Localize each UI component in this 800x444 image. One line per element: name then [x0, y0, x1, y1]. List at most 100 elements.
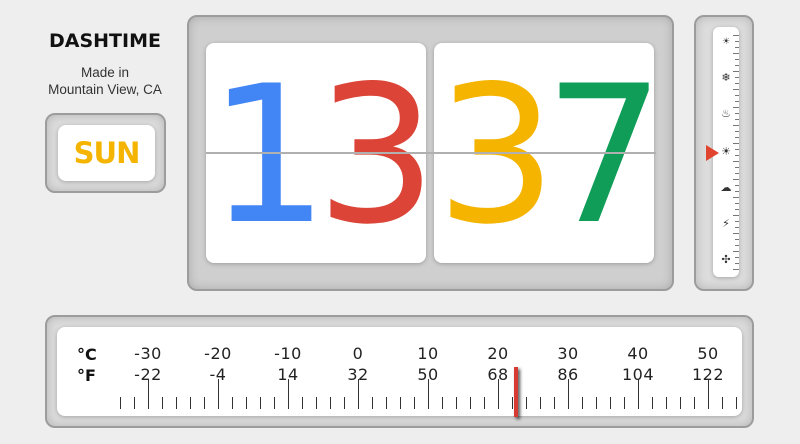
weather-scale-tick: [735, 185, 739, 186]
weather-scale-tick: [735, 41, 739, 42]
weather-scale-tick: [735, 239, 739, 240]
weather-scale-tick: [735, 167, 739, 168]
celsius-tick-label: 20: [487, 344, 509, 363]
thermometer-minor-tick: [400, 397, 401, 409]
thermometer-minor-tick: [624, 397, 625, 409]
thermometer-minor-tick: [596, 397, 597, 409]
celsius-unit-label: °C: [77, 345, 97, 364]
weather-scale-tick: [735, 257, 739, 258]
weather-scale-tick: [733, 125, 739, 126]
weather-scale-tick: [733, 143, 739, 144]
thermometer-minor-tick: [484, 397, 485, 409]
weather-scale-tick: [735, 203, 739, 204]
thermometer-minor-tick: [736, 397, 737, 409]
thermometer-minor-tick: [666, 397, 667, 409]
day-widget: SUN: [45, 113, 166, 193]
weather-scale-tick: [735, 245, 739, 246]
weather-scale-tick: [735, 95, 739, 96]
thermometer-minor-tick: [274, 397, 275, 409]
celsius-tick-label: 30: [557, 344, 579, 363]
thermometer-minor-tick: [680, 397, 681, 409]
thermometer-minor-tick: [722, 397, 723, 409]
thermometer-minor-tick: [414, 397, 415, 409]
weather-scale-tick: [735, 47, 739, 48]
thermometer-major-tick: [288, 379, 289, 409]
celsius-tick-label: -30: [134, 344, 162, 363]
thermometer-minor-tick: [260, 397, 261, 409]
thermometer-minor-tick: [204, 397, 205, 409]
thermometer-minor-tick: [162, 397, 163, 409]
thermometer-major-tick: [428, 379, 429, 409]
weather-scale-tick: [733, 71, 739, 72]
minute-digit-2: 7: [544, 45, 654, 263]
weather-scale-tick: [735, 137, 739, 138]
weather-scale-tick: [733, 89, 739, 90]
thermometer-major-tick: [358, 379, 359, 409]
weather-scale-tick: [733, 197, 739, 198]
thermometer-minor-tick: [246, 397, 247, 409]
weather-scale-tick: [735, 113, 739, 114]
thermometer-minor-tick: [316, 397, 317, 409]
weather-scale-tick: [735, 59, 739, 60]
thermometer-minor-tick: [456, 397, 457, 409]
thermometer-minor-tick: [652, 397, 653, 409]
weather-scale-tick: [733, 179, 739, 180]
weather-scale-tick: [735, 227, 739, 228]
thermometer-minor-tick: [372, 397, 373, 409]
celsius-tick-label: -10: [274, 344, 302, 363]
celsius-tick-label: 10: [417, 344, 439, 363]
thermometer-major-tick: [498, 379, 499, 409]
thermometer-minor-tick: [442, 397, 443, 409]
weather-scale-tick: [733, 35, 739, 36]
thermometer-major-tick: [708, 379, 709, 409]
weather-scale-tick: [733, 53, 739, 54]
cloud-icon: ☁: [720, 181, 732, 194]
weather-scale-tick: [735, 263, 739, 264]
weather-scale-tick: [735, 77, 739, 78]
thermometer-minor-tick: [582, 397, 583, 409]
flip-clock: 1 3 3 7: [187, 15, 674, 291]
thermometer-minor-tick: [344, 397, 345, 409]
thermometer-minor-tick: [176, 397, 177, 409]
weather-scale-tick: [735, 65, 739, 66]
weather-scale-tick: [735, 149, 739, 150]
weather-scale-tick: [735, 155, 739, 156]
weather-scale-tick: [735, 83, 739, 84]
weather-scale-tick: [735, 221, 739, 222]
thermometer-minor-tick: [610, 397, 611, 409]
subtitle-line-2: Mountain View, CA: [48, 82, 162, 97]
thermometer-minor-tick: [554, 397, 555, 409]
thermometer-minor-tick: [232, 397, 233, 409]
weather-scale-tick: [733, 269, 739, 270]
thermometer-major-tick: [148, 379, 149, 409]
weather-scale-tick: [735, 173, 739, 174]
thermometer-major-tick: [218, 379, 219, 409]
thermometer-minor-tick: [694, 397, 695, 409]
thermometer-scale: °C °F -30 -22 -20 -4 -10 14 0 32 10 50 20 68 30 86 40 104…: [57, 327, 742, 417]
thermometer-major-tick: [638, 379, 639, 409]
celsius-tick-label: 40: [627, 344, 649, 363]
hour-digit-1: 1: [208, 45, 329, 263]
flip-divider: [206, 152, 656, 154]
thermometer-minor-tick: [330, 397, 331, 409]
celsius-tick-label: -20: [204, 344, 232, 363]
weather-scale-tick: [735, 191, 739, 192]
thermometer-minor-tick: [120, 397, 121, 409]
weather-pointer: [706, 145, 719, 161]
hour-digit-2: 3: [316, 45, 426, 263]
temperature-needle: [513, 367, 518, 417]
weather-scale-tick: [735, 209, 739, 210]
weather-scale-tick: [733, 107, 739, 108]
thermometer-minor-tick: [470, 397, 471, 409]
day-label: SUN: [73, 136, 141, 170]
thermometer-minor-tick: [526, 397, 527, 409]
thermometer-minor-tick: [302, 397, 303, 409]
subtitle-line-1: Made in: [80, 65, 130, 80]
weather-scale-tick: [733, 233, 739, 234]
thermometer-minor-tick: [190, 397, 191, 409]
fahrenheit-unit-label: °F: [77, 366, 96, 385]
thermometer-minor-tick: [134, 397, 135, 409]
thermometer-major-tick: [568, 379, 569, 409]
weather-scale-tick: [733, 215, 739, 216]
weather-gauge: ☀ ❄ ♨ ☀ ☁ ⚡ ✣: [694, 15, 754, 291]
